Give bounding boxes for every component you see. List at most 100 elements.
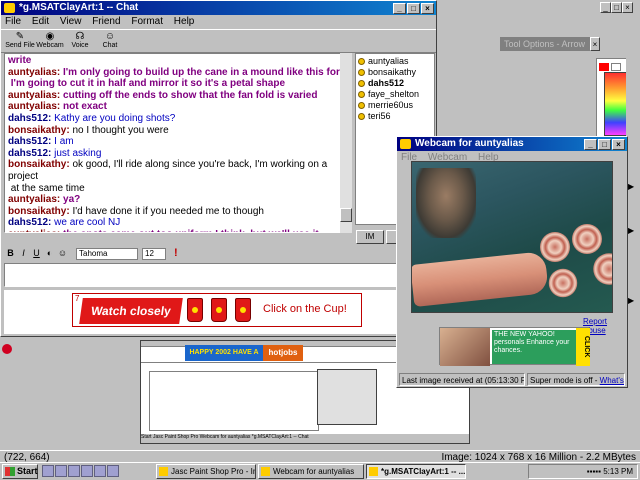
arrow-right-icon[interactable]: ▶: [628, 182, 634, 191]
user-name: auntyalias: [368, 56, 409, 66]
cup-icon[interactable]: [235, 298, 251, 322]
webcam-icon: ◉: [45, 31, 55, 42]
voice-button[interactable]: ☊ Voice: [63, 31, 97, 49]
voice-icon: ☊: [75, 31, 85, 42]
italic-button[interactable]: I: [17, 246, 30, 261]
menu-format[interactable]: Format: [131, 16, 163, 27]
message-text: write: [8, 55, 32, 66]
arrow-right-icon[interactable]: ▶: [628, 296, 634, 305]
font-select[interactable]: Tahoma: [76, 248, 138, 260]
chat-button[interactable]: ☺ Chat: [93, 31, 127, 49]
user-name: faye_shelton: [368, 89, 420, 99]
close-icon[interactable]: ×: [590, 37, 600, 51]
yahoo-personals-ad[interactable]: THE NEW YAHOO! personals Enhance your ch…: [439, 327, 590, 366]
alert-icon[interactable]: !: [174, 247, 178, 259]
foreground-color-swatch[interactable]: [599, 63, 609, 71]
cup-icon[interactable]: [187, 298, 203, 322]
chat-scrollbar[interactable]: [340, 53, 352, 233]
close-button[interactable]: ×: [421, 3, 434, 14]
chat-message: dahs512: I am: [8, 136, 345, 148]
message-sender[interactable]: auntyalias:: [8, 194, 60, 205]
message-sender[interactable]: auntyalias:: [8, 229, 60, 232]
maximize-button[interactable]: □: [407, 3, 420, 14]
webcam-button[interactable]: ◉ Webcam: [33, 31, 67, 49]
task-chat[interactable]: *g.MSATClayArt:1 -- ...: [366, 464, 466, 479]
ad-banner[interactable]: 7 Watch closely Click on the Cup!: [72, 293, 362, 327]
message-sender[interactable]: auntyalias:: [8, 90, 60, 101]
menu-friend[interactable]: Friend: [92, 16, 120, 27]
nested-ad-jobs: hotjobs: [263, 345, 303, 361]
message-sender[interactable]: auntyalias:: [8, 67, 60, 78]
tool-options-title[interactable]: Tool Options - Arrow: [500, 37, 596, 51]
whats-this-link[interactable]: What's this?: [600, 376, 624, 385]
nested-taskbar: Start Jasc Paint Shop Pro Webcam for aun…: [141, 433, 469, 443]
webcam-title-bar[interactable]: Webcam for auntyalias _ □ ×: [397, 137, 627, 151]
app-icon[interactable]: [107, 465, 119, 477]
psp-window-controls[interactable]: _ □ ×: [600, 2, 638, 16]
app-icon[interactable]: [94, 465, 106, 477]
bold-button[interactable]: B: [4, 246, 17, 261]
desktop-icon[interactable]: [68, 465, 80, 477]
channel-icon[interactable]: [81, 465, 93, 477]
user-list-item[interactable]: teri56: [358, 111, 432, 122]
chat-message: bonsaikathy: no I thought you were: [8, 125, 345, 137]
user-list-item[interactable]: dahs512: [358, 78, 432, 89]
color-icon[interactable]: [2, 344, 12, 354]
message-sender[interactable]: bonsaikathy:: [8, 125, 70, 136]
ie-icon[interactable]: [42, 465, 54, 477]
menu-view[interactable]: View: [60, 16, 82, 27]
chat-message: auntyalias: not exact: [8, 101, 345, 113]
outlook-icon[interactable]: [55, 465, 67, 477]
menu-edit[interactable]: Edit: [32, 16, 49, 27]
smiley-icon[interactable]: ☺: [56, 246, 69, 261]
message-text: I am: [51, 136, 74, 148]
user-name: teri56: [368, 111, 391, 121]
chat-message: auntyalias: I'm only going to build up t…: [8, 67, 345, 90]
message-sender[interactable]: dahs512:: [8, 113, 51, 124]
webcam-status-bar: Last image received at (05:13:30 PM) Sup…: [399, 373, 625, 387]
nested-chat-window: [149, 371, 319, 431]
chat-title-bar[interactable]: *g.MSATClayArt:1 -- Chat _ □ ×: [1, 1, 436, 15]
system-tray: ▪▪▪▪▪ 5:13 PM: [528, 464, 638, 479]
cup-icon[interactable]: [211, 298, 227, 322]
message-sender[interactable]: dahs512:: [8, 136, 51, 147]
user-list-item[interactable]: bonsaikathy: [358, 67, 432, 78]
color-icon[interactable]: ◐: [43, 246, 56, 261]
font-size-select[interactable]: 12: [142, 248, 166, 260]
minimize-button[interactable]: _: [393, 3, 406, 14]
message-sender[interactable]: dahs512:: [8, 217, 51, 228]
scrollbar-thumb[interactable]: [340, 208, 352, 222]
user-list-item[interactable]: merrie60us: [358, 100, 432, 111]
chat-message-log[interactable]: write auntyalias: I'm only going to build…: [4, 53, 349, 233]
yahoo-messenger-icon: [369, 467, 378, 476]
psp-icon: [159, 467, 168, 476]
chat-message: auntyalias: the spots came out too unifo…: [8, 229, 345, 232]
menu-file[interactable]: File: [5, 16, 21, 27]
message-sender[interactable]: dahs512:: [8, 148, 51, 159]
chat-input[interactable]: [4, 263, 434, 287]
start-button[interactable]: Start: [2, 464, 38, 479]
user-list-item[interactable]: auntyalias: [358, 56, 432, 67]
underline-button[interactable]: U: [30, 246, 43, 261]
im-button[interactable]: IM: [356, 230, 384, 244]
nested-webcam-window: [317, 369, 377, 425]
user-list-item[interactable]: faye_shelton: [358, 89, 432, 100]
chat-title: *g.MSATClayArt:1 -- Chat: [19, 2, 139, 13]
tray-icons[interactable]: ▪▪▪▪▪: [587, 467, 603, 476]
message-text: I'd have done it if you needed me to tho…: [69, 205, 264, 217]
chat-message: write: [8, 55, 345, 67]
send-file-button[interactable]: ✎ Send File: [3, 31, 37, 49]
close-button[interactable]: ×: [612, 139, 625, 150]
arrow-right-icon[interactable]: ▶: [628, 226, 634, 235]
chat-toolbar: ✎ Send File ◉ Webcam ☊ Voice ☺ Chat: [1, 29, 436, 53]
task-webcam[interactable]: Webcam for auntyalias: [258, 464, 364, 479]
menu-help[interactable]: Help: [174, 16, 195, 27]
user-name: dahs512: [368, 78, 405, 88]
task-paint-shop-pro[interactable]: Jasc Paint Shop Pro - Ima...: [156, 464, 256, 479]
minimize-button[interactable]: _: [584, 139, 597, 150]
message-sender[interactable]: bonsaikathy:: [8, 159, 70, 170]
background-color-swatch[interactable]: [611, 63, 621, 71]
message-sender[interactable]: auntyalias:: [8, 101, 60, 112]
maximize-button[interactable]: □: [598, 139, 611, 150]
message-sender[interactable]: bonsaikathy:: [8, 206, 70, 217]
